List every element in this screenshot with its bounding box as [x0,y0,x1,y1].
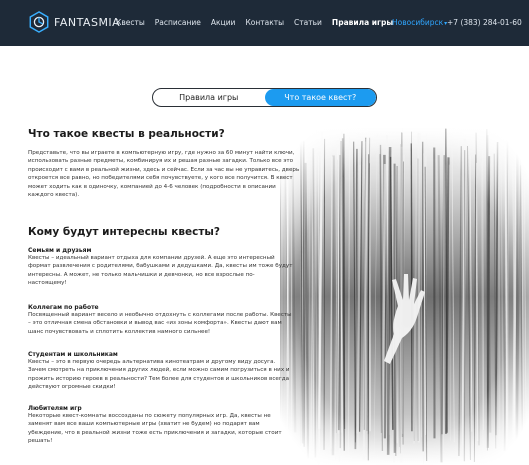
brand-name: FANTASMIA [54,15,121,29]
section-title-families: Семьям и друзьям [28,247,92,254]
article-title: Что такое квесты в реальности? [28,128,225,140]
nav-item-articles[interactable]: Статьи [294,18,322,27]
ghost-curtain-illustration [280,128,529,465]
tab-what-is-quest[interactable]: Что такое квест? [264,89,376,106]
logo-icon [29,11,49,33]
city-name: Новосибирск [392,18,444,27]
top-navigation-bar: FANTASMIA Квесты Расписание Акции Контак… [0,0,529,46]
phone-number[interactable]: +7 (383) 284-01-60 [447,18,522,27]
section-text-gamers: Некоторые квест-комнаты воссозданы по сю… [28,413,282,445]
tab-game-rules[interactable]: Правила игры [153,89,265,106]
audience-title: Кому будут интересны квесты? [28,226,220,238]
section-text-colleagues: Посвященный вариант весело и необычно от… [28,312,292,335]
nav-item-game-rules[interactable]: Правила игры [332,18,393,27]
intro-paragraph: Представьте, что вы играете в компьютерн… [28,150,300,199]
info-tabs: Правила игры Что такое квест? [152,88,377,107]
nav-item-contacts[interactable]: Контакты [245,18,284,27]
section-text-families: Квесты – идеальный вариант отдыха для ко… [28,255,293,287]
section-text-students: Квесты – это в первую очередь альтернати… [28,359,290,391]
brand-logo[interactable]: FANTASMIA [28,11,120,33]
curtain-image [280,128,529,465]
section-title-colleagues: Коллегам по работе [28,304,99,311]
city-selector[interactable]: Новосибирск▾ [392,18,447,27]
section-title-gamers: Любителям игр [28,405,82,412]
nav-item-quests[interactable]: Квесты [116,18,145,27]
main-nav: Квесты Расписание Акции Контакты Статьи … [116,18,393,27]
section-title-students: Студентам и школьникам [28,351,118,358]
nav-item-promotions[interactable]: Акции [211,18,236,27]
nav-item-schedule[interactable]: Расписание [155,18,201,27]
